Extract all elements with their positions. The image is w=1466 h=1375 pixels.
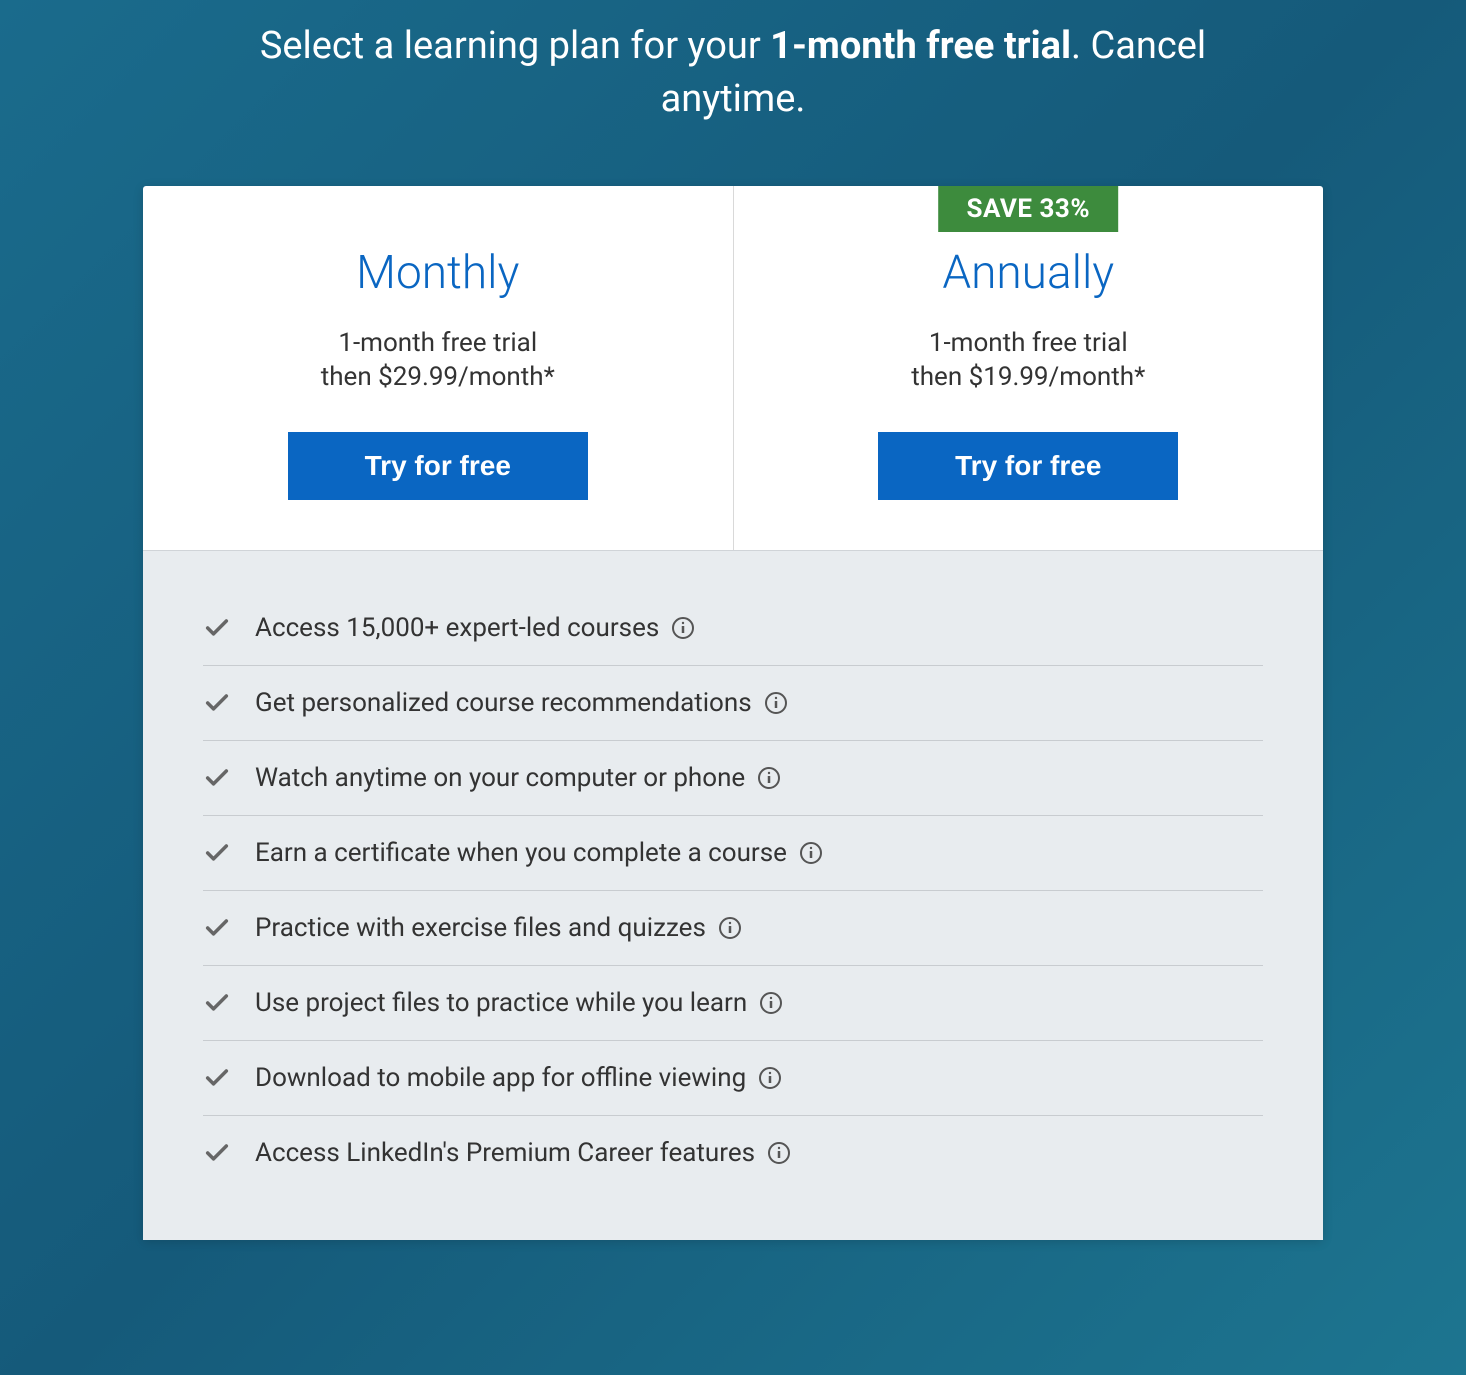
info-icon[interactable]: [718, 916, 742, 940]
info-icon[interactable]: [758, 1066, 782, 1090]
page-title: Select a learning plan for your 1-month …: [183, 20, 1283, 126]
plan-trial-text: 1-month free trial: [183, 328, 693, 358]
feature-label: Access 15,000+ expert-led courses: [255, 613, 659, 643]
plan-title: Monthly: [183, 246, 693, 300]
check-icon: [203, 614, 231, 642]
info-icon[interactable]: [799, 841, 823, 865]
check-icon: [203, 1064, 231, 1092]
info-icon[interactable]: [767, 1141, 791, 1165]
feature-row: Get personalized course recommendations: [203, 666, 1263, 741]
info-icon[interactable]: [759, 991, 783, 1015]
feature-label: Get personalized course recommendations: [255, 688, 752, 718]
plan-annually: SAVE 33% Annually 1-month free trial the…: [733, 186, 1324, 550]
pricing-card: Monthly 1-month free trial then $29.99/m…: [143, 186, 1323, 1240]
feature-label: Watch anytime on your computer or phone: [255, 763, 745, 793]
check-icon: [203, 839, 231, 867]
check-icon: [203, 689, 231, 717]
check-icon: [203, 1139, 231, 1167]
info-icon[interactable]: [764, 691, 788, 715]
feature-label: Earn a certificate when you complete a c…: [255, 838, 787, 868]
check-icon: [203, 989, 231, 1017]
feature-row: Earn a certificate when you complete a c…: [203, 816, 1263, 891]
feature-row: Practice with exercise files and quizzes: [203, 891, 1263, 966]
save-badge: SAVE 33%: [938, 186, 1118, 232]
feature-row: Access LinkedIn's Premium Career feature…: [203, 1116, 1263, 1190]
title-prefix: Select a learning plan for your: [260, 24, 770, 68]
try-annually-button[interactable]: Try for free: [878, 432, 1178, 500]
feature-row: Download to mobile app for offline viewi…: [203, 1041, 1263, 1116]
features-list: Access 15,000+ expert-led courses Get pe…: [143, 550, 1323, 1240]
plan-price-text: then $29.99/month*: [183, 362, 693, 392]
plan-monthly: Monthly 1-month free trial then $29.99/m…: [143, 186, 733, 550]
info-icon[interactable]: [757, 766, 781, 790]
feature-label: Download to mobile app for offline viewi…: [255, 1063, 746, 1093]
plan-price-text: then $19.99/month*: [774, 362, 1284, 392]
feature-label: Practice with exercise files and quizzes: [255, 913, 706, 943]
check-icon: [203, 764, 231, 792]
plans-row: Monthly 1-month free trial then $29.99/m…: [143, 186, 1323, 550]
check-icon: [203, 914, 231, 942]
plan-title: Annually: [774, 246, 1284, 300]
info-icon[interactable]: [671, 616, 695, 640]
feature-row: Access 15,000+ expert-led courses: [203, 591, 1263, 666]
try-monthly-button[interactable]: Try for free: [288, 432, 588, 500]
feature-label: Use project files to practice while you …: [255, 988, 747, 1018]
feature-row: Watch anytime on your computer or phone: [203, 741, 1263, 816]
feature-row: Use project files to practice while you …: [203, 966, 1263, 1041]
plan-trial-text: 1-month free trial: [774, 328, 1284, 358]
feature-label: Access LinkedIn's Premium Career feature…: [255, 1138, 755, 1168]
title-bold: 1-month free trial: [770, 24, 1071, 68]
